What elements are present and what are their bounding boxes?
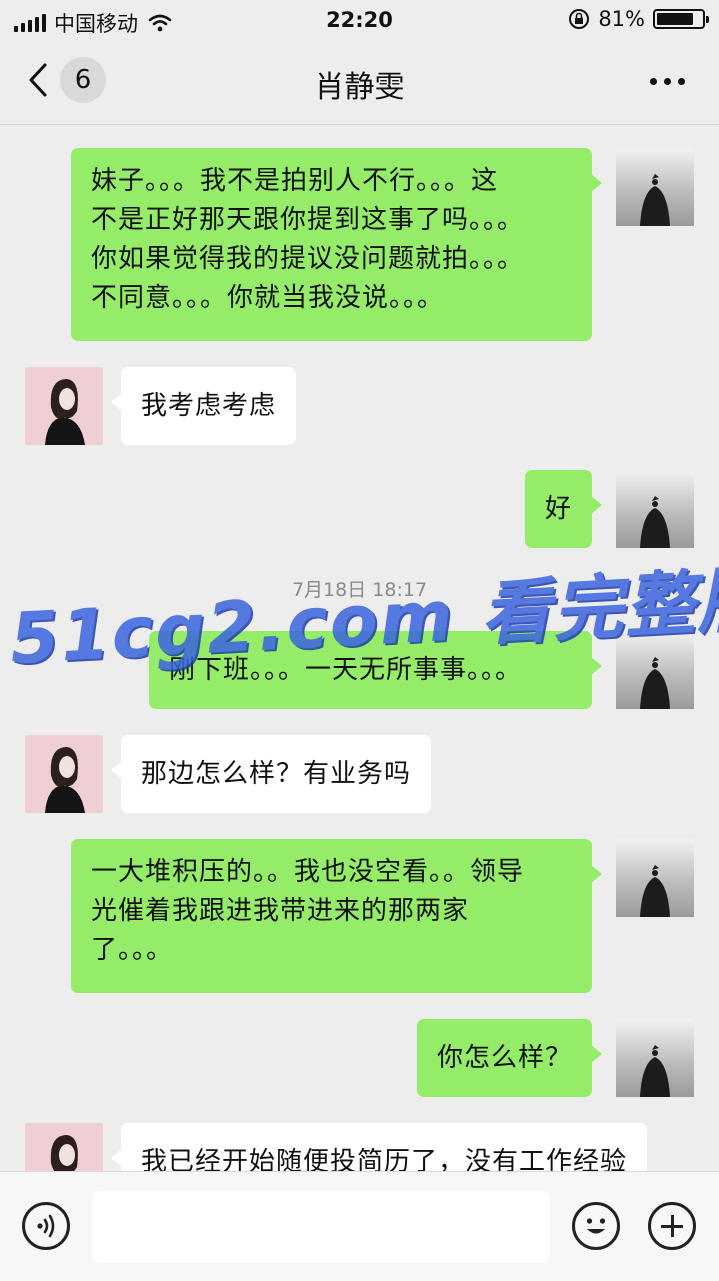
- emoji-icon: [586, 1218, 606, 1234]
- message-bubble-incoming[interactable]: 那边怎么样？有业务吗: [110, 735, 432, 813]
- message-bubble-incoming[interactable]: 我考虑考虑: [110, 367, 297, 445]
- message-bubble-incoming[interactable]: 我已经开始随便投简历了，没有工作经验: [110, 1123, 648, 1171]
- battery-percent: 81%: [598, 7, 645, 31]
- message-row: 我已经开始随便投简历了，没有工作经验: [0, 1123, 719, 1171]
- avatar-self[interactable]: [616, 148, 694, 226]
- message-timestamp: 7月18日 18:17: [291, 579, 428, 601]
- avatar-self[interactable]: [616, 470, 694, 548]
- avatar-self[interactable]: [616, 1019, 694, 1097]
- more-icon[interactable]: [650, 78, 685, 85]
- voice-button[interactable]: [22, 1202, 70, 1250]
- chat-title: 肖静雯: [314, 70, 405, 105]
- plus-icon[interactable]: [648, 1202, 696, 1250]
- voice-icon: [37, 1214, 55, 1238]
- message-bubble-outgoing[interactable]: 刚下班。。。一天无所事事。。。: [149, 631, 602, 709]
- chat-header: 6 肖静雯: [0, 40, 719, 125]
- battery-icon: [653, 9, 709, 29]
- avatar-self[interactable]: [616, 839, 694, 917]
- message-input[interactable]: [92, 1191, 550, 1263]
- input-bar: [0, 1171, 719, 1281]
- message-bubble-outgoing[interactable]: 你怎么样？: [416, 1019, 603, 1097]
- status-right: 81%: [568, 7, 709, 31]
- avatar-self[interactable]: [616, 631, 694, 709]
- status-bar: 中国移动 22:20 81%: [0, 0, 719, 40]
- emoji-button[interactable]: [572, 1202, 620, 1250]
- message-bubble-outgoing[interactable]: 妹子。。。我不是拍别人不行。。。这 不是正好那天跟你提到这事了吗。。。 你如果觉…: [71, 148, 602, 341]
- avatar-contact[interactable]: [25, 367, 103, 445]
- message-bubble-outgoing[interactable]: 一大堆积压的。。我也没空看。。领导 光催着我跟进我带进来的那两家 了。。。: [71, 839, 602, 993]
- battery-fill: [657, 13, 693, 25]
- avatar-contact[interactable]: [25, 735, 103, 813]
- rotation-lock-icon: [569, 9, 590, 29]
- message-bubble-outgoing[interactable]: 好: [524, 470, 603, 548]
- avatar-contact[interactable]: [25, 1123, 103, 1171]
